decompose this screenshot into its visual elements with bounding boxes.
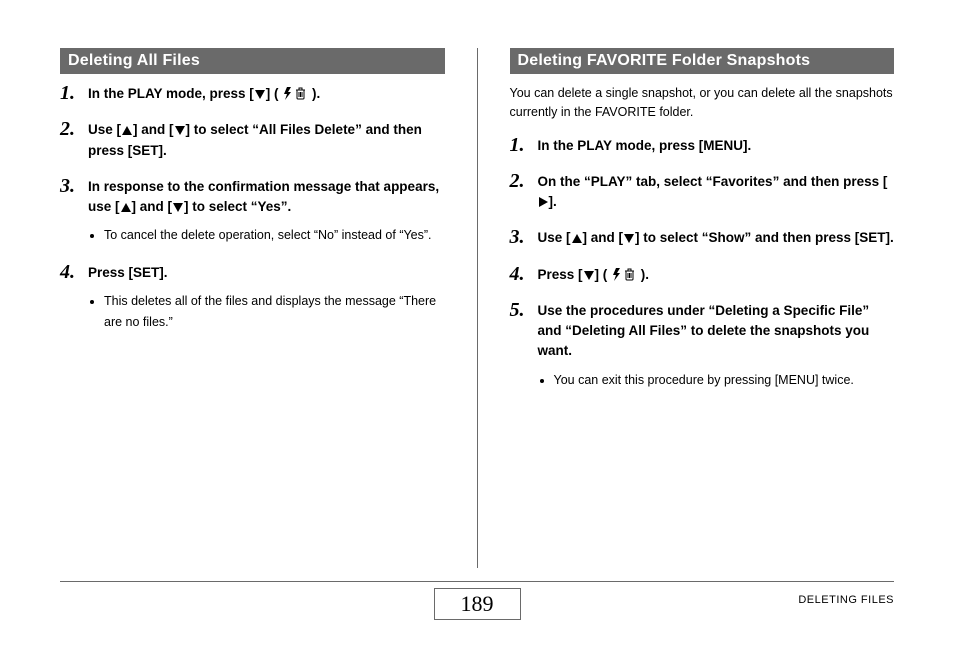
flash-icon <box>613 268 621 281</box>
right-column: Deleting FAVORITE Folder Snapshots You c… <box>510 48 895 568</box>
footer-rule <box>60 581 894 582</box>
flash-trash-icons <box>284 87 306 100</box>
down-triangle-icon <box>624 234 634 243</box>
step-instruction: Use the procedures under “Deleting a Spe… <box>538 301 895 362</box>
step-instruction: Use [] and [] to select “Show” and then … <box>538 228 895 248</box>
step-item: Press [] ( ). <box>510 265 895 285</box>
up-triangle-icon <box>121 203 131 212</box>
step-sublist: This deletes all of the files and displa… <box>104 291 445 334</box>
page-number: 189 <box>434 588 521 620</box>
step-instruction: Use [] and [] to select “All Files Delet… <box>88 120 445 161</box>
up-triangle-icon <box>572 234 582 243</box>
section-intro: You can delete a single snapshot, or you… <box>510 84 895 122</box>
footer-section-label: DELETING FILES <box>798 594 894 606</box>
step-item: In the PLAY mode, press [] ( ). <box>60 84 445 104</box>
step-item: In the PLAY mode, press [MENU]. <box>510 136 895 156</box>
step-item: Press [SET]. This deletes all of the file… <box>60 263 445 334</box>
step-subitem: To cancel the delete operation, select “… <box>104 225 445 246</box>
step-subitem: This deletes all of the files and displa… <box>104 291 445 334</box>
down-triangle-icon <box>173 203 183 212</box>
step-instruction: Press [] ( ). <box>538 265 895 285</box>
step-item: In response to the confirmation message … <box>60 177 445 247</box>
step-instruction: On the “PLAY” tab, select “Favorites” an… <box>538 172 895 213</box>
footer-row: 189 DELETING FILES <box>60 588 894 620</box>
steps-list-left: In the PLAY mode, press [] ( ). Use [] an… <box>60 84 445 333</box>
two-column-layout: Deleting All Files In the PLAY mode, pre… <box>60 48 894 568</box>
down-triangle-icon <box>175 126 185 135</box>
page-footer: 189 DELETING FILES <box>60 581 894 620</box>
manual-page: Deleting All Files In the PLAY mode, pre… <box>0 0 954 646</box>
steps-list-right: In the PLAY mode, press [MENU]. On the “P… <box>510 136 895 391</box>
right-triangle-icon <box>539 197 548 207</box>
trash-icon <box>624 268 635 281</box>
trash-icon <box>295 87 306 100</box>
step-sublist: You can exit this procedure by pressing … <box>554 370 895 391</box>
left-column: Deleting All Files In the PLAY mode, pre… <box>60 48 445 568</box>
down-triangle-icon <box>584 271 594 280</box>
step-sublist: To cancel the delete operation, select “… <box>104 225 445 246</box>
step-item: Use [] and [] to select “Show” and then … <box>510 228 895 248</box>
step-instruction: In the PLAY mode, press [] ( ). <box>88 84 445 104</box>
step-item: Use the procedures under “Deleting a Spe… <box>510 301 895 391</box>
step-instruction: In the PLAY mode, press [MENU]. <box>538 136 895 156</box>
down-triangle-icon <box>255 90 265 99</box>
section-heading-right: Deleting FAVORITE Folder Snapshots <box>510 48 895 74</box>
up-triangle-icon <box>122 126 132 135</box>
step-instruction: In response to the confirmation message … <box>88 177 445 218</box>
flash-icon <box>284 87 292 100</box>
step-item: On the “PLAY” tab, select “Favorites” an… <box>510 172 895 213</box>
section-heading-left: Deleting All Files <box>60 48 445 74</box>
flash-trash-icons <box>613 268 635 281</box>
step-item: Use [] and [] to select “All Files Delet… <box>60 120 445 161</box>
step-subitem: You can exit this procedure by pressing … <box>554 370 895 391</box>
step-instruction: Press [SET]. <box>88 263 445 283</box>
column-divider <box>477 48 478 568</box>
